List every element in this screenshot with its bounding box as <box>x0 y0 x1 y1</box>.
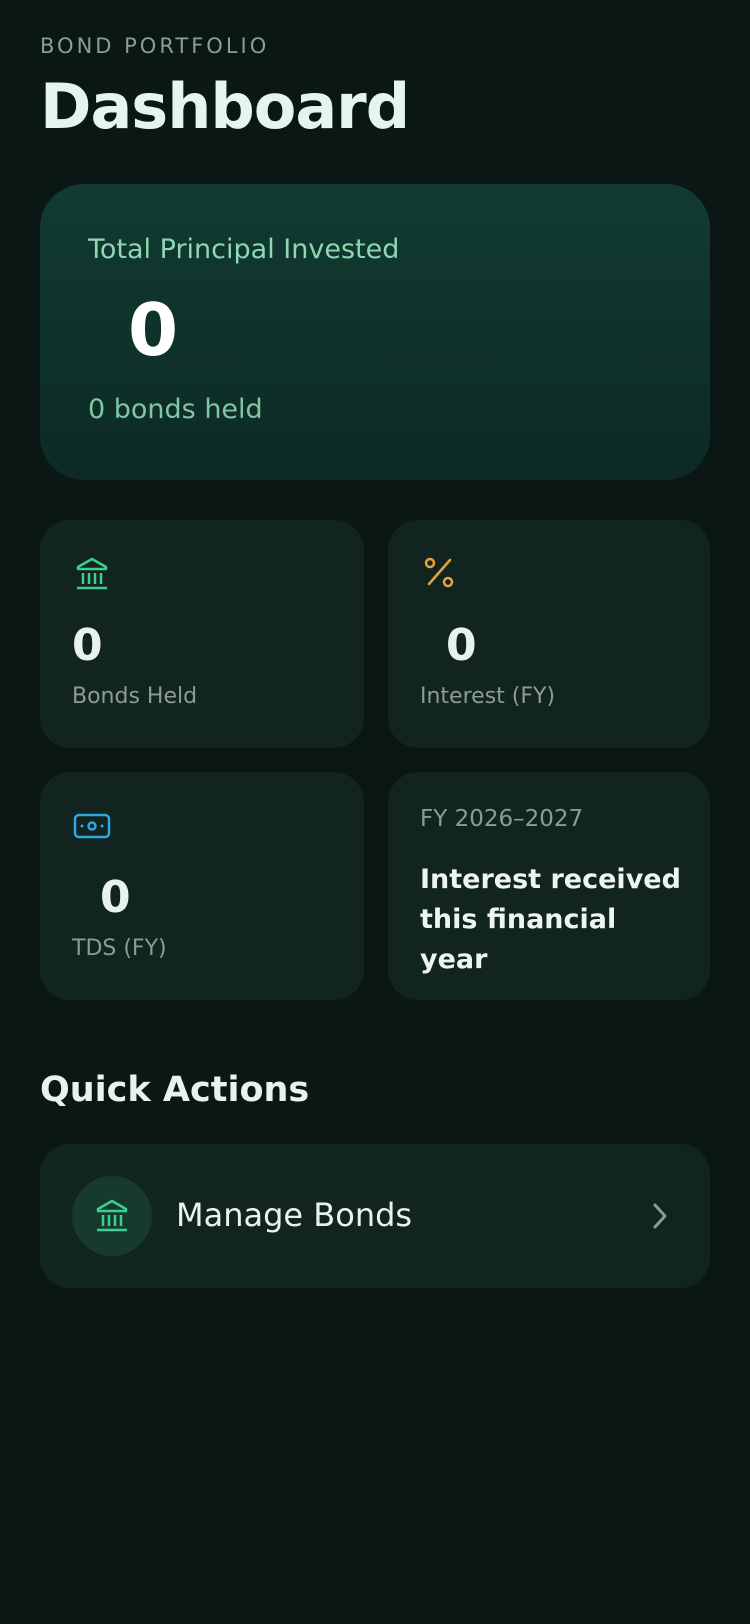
manage-bonds-icon-badge <box>72 1176 152 1256</box>
interest-fy-card: 0 Interest (FY) <box>388 520 710 748</box>
bonds-held-value: 0 <box>72 620 103 671</box>
interest-fy-label: Interest (FY) <box>420 684 556 709</box>
bank-icon <box>96 1199 128 1232</box>
bonds-held-label: Bonds Held <box>72 684 198 709</box>
total-principal-card: Total Principal Invested 0 0 bonds held <box>40 184 710 480</box>
page-title: Dashboard <box>40 70 410 143</box>
tds-fy-value: 0 <box>100 872 131 923</box>
quick-actions-title: Quick Actions <box>40 1070 310 1110</box>
eyebrow-label: BOND PORTFOLIO <box>40 34 270 58</box>
cash-icon <box>73 813 111 839</box>
financial-year-description: Interest received this financial year <box>420 864 681 975</box>
bank-icon <box>76 557 108 590</box>
tds-fy-label: TDS (FY) <box>72 936 167 961</box>
bonds-held-summary: 0 bonds held <box>88 394 263 425</box>
financial-year-label: FY 2026–2027 <box>420 806 584 832</box>
chevron-right-icon <box>653 1203 667 1229</box>
manage-bonds-button[interactable]: Manage Bonds <box>40 1144 710 1288</box>
total-principal-label: Total Principal Invested <box>88 234 400 265</box>
tds-fy-card: 0 TDS (FY) <box>40 772 364 1000</box>
percent-icon <box>424 557 454 588</box>
financial-year-card: FY 2026–2027 Interest received this fina… <box>388 772 710 1000</box>
total-principal-value: 0 <box>128 288 179 372</box>
manage-bonds-label: Manage Bonds <box>176 1196 413 1234</box>
bonds-held-card: 0 Bonds Held <box>40 520 364 748</box>
interest-fy-value: 0 <box>446 620 477 671</box>
